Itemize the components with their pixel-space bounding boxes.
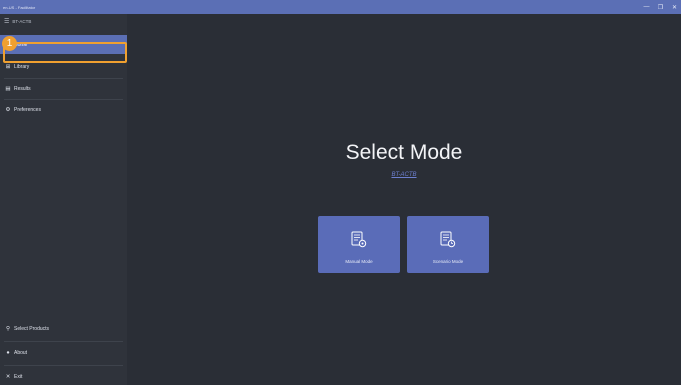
select-products-icon: ⚲ xyxy=(5,325,11,332)
close-icon: ✕ xyxy=(5,373,11,380)
sidebar-divider xyxy=(4,365,123,366)
sidebar-item-label: About xyxy=(14,349,28,356)
window-title: en-US - Facilitator xyxy=(3,4,36,10)
manual-mode-button[interactable]: Manual Mode xyxy=(318,216,400,273)
manual-mode-label: Manual Mode xyxy=(345,259,373,264)
sidebar-item-label: Preferences xyxy=(14,106,41,113)
page-title: Select Mode xyxy=(345,141,463,164)
hamburger-menu-icon[interactable]: ☰ xyxy=(4,18,9,25)
sidebar-item-label: Select Products xyxy=(14,325,50,332)
sidebar-item-exit[interactable]: ✕ Exit xyxy=(0,367,127,385)
sidebar-item-results[interactable]: ▤ Results xyxy=(0,79,127,98)
results-icon: ▤ xyxy=(5,85,11,92)
sidebar-item-select-products[interactable]: ⚲ Select Products xyxy=(0,319,127,338)
app-header: ☰ BT-ACTB xyxy=(4,14,31,28)
step-callout-badge: 1 xyxy=(2,36,17,51)
library-highlight-box xyxy=(3,42,127,63)
minimize-button[interactable]: — xyxy=(640,0,653,14)
close-window-button[interactable]: ✕ xyxy=(668,0,681,14)
library-icon: ⊞ xyxy=(5,63,11,70)
main-content: Select Mode BT-ACTB Manual Mode Scenario… xyxy=(127,14,681,385)
sidebar-item-label: Results xyxy=(14,85,31,92)
sidebar-item-label: Exit xyxy=(14,373,23,380)
sidebar-item-preferences[interactable]: ⚙ Preferences xyxy=(0,100,127,119)
gear-icon: ⚙ xyxy=(5,106,11,113)
product-link[interactable]: BT-ACTB xyxy=(127,172,681,178)
manual-mode-icon xyxy=(351,231,367,248)
app-name: BT-ACTB xyxy=(12,18,32,24)
info-icon: ● xyxy=(6,349,10,356)
scenario-mode-button[interactable]: Scenario Mode xyxy=(407,216,489,273)
maximize-button[interactable]: ❐ xyxy=(654,0,667,14)
sidebar-divider xyxy=(4,341,123,342)
scenario-mode-label: Scenario Mode xyxy=(432,259,464,264)
title-bar: en-US - Facilitator — ❐ ✕ xyxy=(0,0,681,14)
scenario-mode-icon xyxy=(440,231,456,248)
sidebar-item-about[interactable]: ● About xyxy=(0,343,127,362)
sidebar: ☰ BT-ACTB ⌂ Home ⊞ Library ▤ Results ⚙ P… xyxy=(0,14,127,385)
sidebar-item-label: Library xyxy=(14,63,30,70)
